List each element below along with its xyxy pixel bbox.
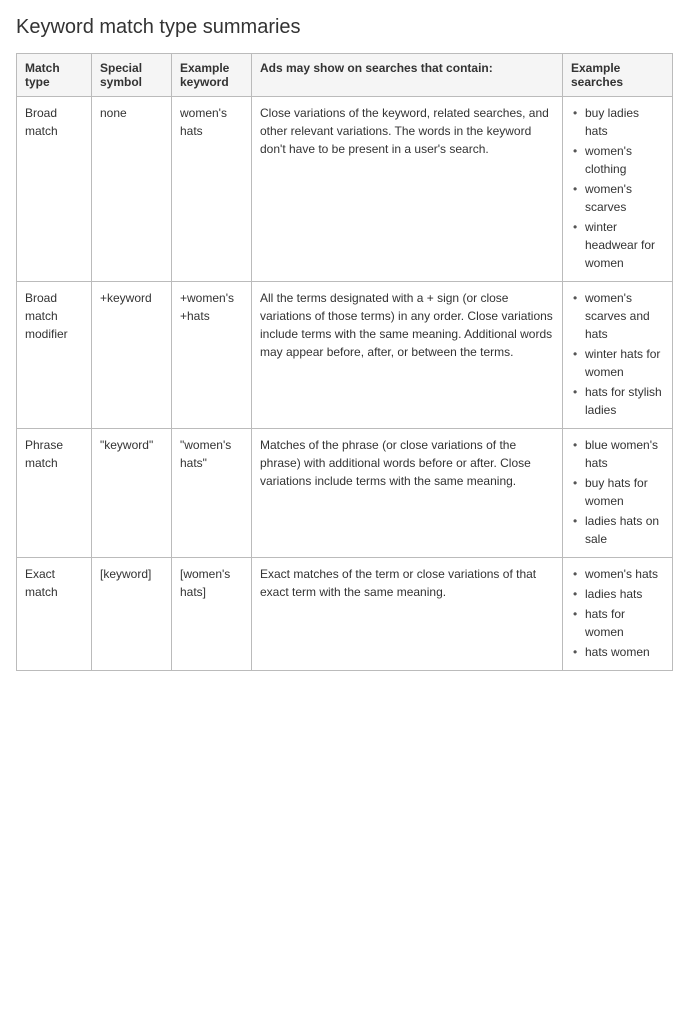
list-item: buy hats for women — [571, 474, 664, 510]
page-title: Keyword match type summaries — [16, 16, 673, 39]
table-row: Broad matchnonewomen's hatsClose variati… — [17, 97, 673, 282]
col-header-match-type: Match type — [17, 54, 92, 97]
match-type-table: Match type Special symbol Example keywor… — [16, 53, 673, 671]
cell-ads-may-show: Matches of the phrase (or close variatio… — [252, 429, 563, 558]
list-item: ladies hats — [571, 585, 664, 603]
col-header-example-searches: Example searches — [563, 54, 673, 97]
list-item: women's hats — [571, 565, 664, 583]
cell-special-symbol: "keyword" — [92, 429, 172, 558]
col-header-special-symbol: Special symbol — [92, 54, 172, 97]
cell-example-searches: women's hats ladies hats hats for women hat… — [563, 558, 673, 671]
list-item: winter headwear for women — [571, 218, 664, 272]
cell-example-keyword: +women's +hats — [172, 282, 252, 429]
cell-special-symbol: none — [92, 97, 172, 282]
list-item: hats women — [571, 643, 664, 661]
list-item: women's scarves — [571, 180, 664, 216]
list-item: women's clothing — [571, 142, 664, 178]
cell-example-keyword: "women's hats" — [172, 429, 252, 558]
col-header-ads-may-show: Ads may show on searches that contain: — [252, 54, 563, 97]
list-item: hats for stylish ladies — [571, 383, 664, 419]
cell-example-keyword: women's hats — [172, 97, 252, 282]
list-item: women's scarves and hats — [571, 289, 664, 343]
cell-example-searches: buy ladies hatswomen's clothingwomen's s… — [563, 97, 673, 282]
table-header-row: Match type Special symbol Example keywor… — [17, 54, 673, 97]
cell-special-symbol: [keyword] — [92, 558, 172, 671]
cell-match-type: Broad match — [17, 97, 92, 282]
cell-ads-may-show: All the terms designated with a + sign (… — [252, 282, 563, 429]
cell-example-searches: women's scarves and hatswinter hats for … — [563, 282, 673, 429]
list-item: hats for women — [571, 605, 664, 641]
list-item: buy ladies hats — [571, 104, 664, 140]
cell-example-searches: blue women's hatsbuy hats for womenladie… — [563, 429, 673, 558]
list-item: ladies hats on sale — [571, 512, 664, 548]
col-header-example-keyword: Example keyword — [172, 54, 252, 97]
cell-match-type: Broad match modifier — [17, 282, 92, 429]
table-row: Phrase match"keyword""women's hats"Match… — [17, 429, 673, 558]
cell-match-type: Phrase match — [17, 429, 92, 558]
cell-match-type: Exact match — [17, 558, 92, 671]
cell-special-symbol: +keyword — [92, 282, 172, 429]
list-item: winter hats for women — [571, 345, 664, 381]
table-row: Exact match[keyword][women's hats]Exact … — [17, 558, 673, 671]
cell-example-keyword: [women's hats] — [172, 558, 252, 671]
list-item: blue women's hats — [571, 436, 664, 472]
cell-ads-may-show: Exact matches of the term or close varia… — [252, 558, 563, 671]
table-row: Broad match modifier+keyword+women's +ha… — [17, 282, 673, 429]
cell-ads-may-show: Close variations of the keyword, related… — [252, 97, 563, 282]
